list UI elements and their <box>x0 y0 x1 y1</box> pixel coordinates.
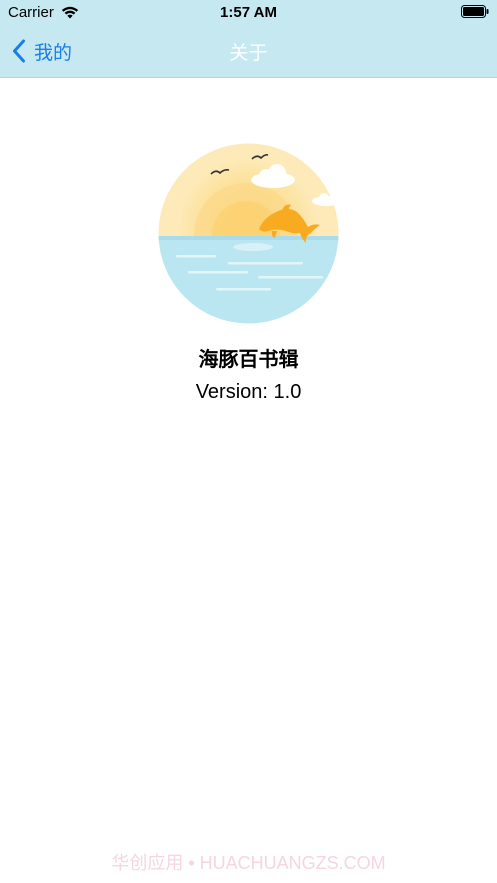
app-name: 海豚百书辑 <box>198 349 299 371</box>
dolphin-sunset-logo <box>158 143 339 324</box>
status-time: 1:57 AM <box>220 4 277 21</box>
status-bar: Carrier 1:57 AM <box>0 0 497 26</box>
watermark: 华创应用 • HUACHUANGZS.COM <box>111 853 386 873</box>
page-title: 关于 <box>229 43 268 64</box>
navigation-bar: 我的 关于 <box>0 26 497 78</box>
app-version: Version: 1.0 <box>195 381 302 403</box>
battery-icon <box>461 5 489 18</box>
